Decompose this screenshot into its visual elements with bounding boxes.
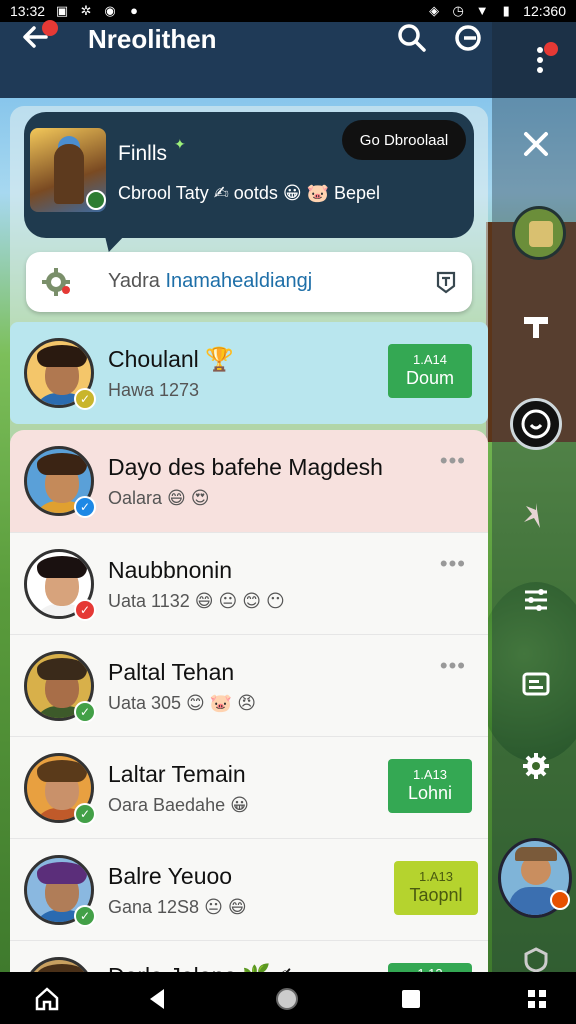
- conversation-preview: Oalara 😄 😍: [108, 488, 210, 508]
- status-badge: ✓: [74, 599, 96, 621]
- row-action-top: 1.A13: [419, 869, 453, 885]
- row-menu-button[interactable]: •••: [440, 551, 466, 577]
- banner-subtitle: Cbrool Taty ✍ ootds 😀 🐷 Bepel: [118, 183, 381, 203]
- row-action-label: Taopnl: [409, 885, 463, 906]
- conversation-name: Laltar Temain: [108, 761, 246, 787]
- conversation-preview: Oara Baedahe 😀: [108, 795, 249, 815]
- chat-bubble-icon[interactable]: [510, 398, 562, 450]
- row-action-top: 1.A13: [413, 767, 447, 783]
- gear-search-icon: [40, 266, 72, 298]
- search-text-highlight: Inamahealdiangj: [165, 270, 313, 292]
- card-icon[interactable]: [516, 664, 556, 704]
- conversation-preview: Uata 1132 😄 😐 😊 😶: [108, 591, 285, 611]
- nav-home-circle-icon[interactable]: [274, 986, 300, 1012]
- banner-title: Finlls: [118, 142, 168, 165]
- conversation-row[interactable]: ✓ Choulanl 🏆 Hawa 1273 1.A14 Doum: [10, 322, 488, 424]
- nav-recents-icon[interactable]: [398, 986, 424, 1012]
- status-bar: 13:32 ▣ ✲ ◉ ● ◈ ◷ ▼ ▮ 12:360: [0, 0, 576, 22]
- conversation-name: Paltal Tehan: [108, 659, 235, 685]
- banner-image-badge: [86, 190, 106, 210]
- search-icon[interactable]: [396, 22, 428, 54]
- row-menu-button[interactable]: •••: [440, 448, 466, 474]
- image-icon: ▣: [55, 3, 69, 18]
- filter-icon[interactable]: [516, 580, 556, 620]
- status-badge: ✓: [74, 496, 96, 518]
- status-badge: ✓: [74, 803, 96, 825]
- row-action-top: 1.A14: [413, 352, 447, 368]
- gear-icon: ✲: [80, 3, 92, 18]
- conversation-name: Choulanl 🏆: [108, 346, 234, 372]
- close-icon[interactable]: [516, 124, 556, 164]
- wifi-icon: ▼: [475, 3, 489, 18]
- conversation-name: Balre Yeuoo: [108, 863, 233, 889]
- row-action-label: Doum: [405, 368, 454, 389]
- banner-action-button[interactable]: Go Dbroolaal: [342, 120, 466, 160]
- conversation-name: Dayo des bafehe Magdesh: [108, 454, 383, 480]
- tag-icon[interactable]: [434, 270, 458, 294]
- conversation-row[interactable]: ✓ Laltar Temain Oara Baedahe 😀 1.A13 Lohni: [10, 736, 488, 838]
- star-icon[interactable]: [516, 496, 556, 536]
- home-icon[interactable]: [34, 986, 60, 1012]
- conversation-name: Naubbnonin: [108, 557, 233, 583]
- page-title: Nreolithen: [88, 24, 217, 54]
- hammer-icon[interactable]: [516, 306, 556, 346]
- status-badge: ✓: [74, 905, 96, 927]
- rail-profile-badge: [550, 890, 570, 910]
- back-notification-badge: [42, 20, 58, 36]
- status-badge: ✓: [74, 701, 96, 723]
- conversation-preview: Hawa 1273: [108, 380, 200, 400]
- rail-avatar-top[interactable]: [512, 206, 566, 260]
- notification-icon: ◉: [104, 3, 116, 18]
- row-action-label: Lohni: [407, 783, 453, 804]
- location-icon: ●: [130, 3, 138, 18]
- conversation-row[interactable]: ✓ Paltal Tehan Uata 305 😊 🐷 😠 •••: [10, 634, 488, 736]
- clock-icon: ◷: [452, 3, 464, 18]
- row-action-button[interactable]: 1.A13 Lohni: [388, 759, 472, 813]
- row-action-button[interactable]: 1.A13 Taopnl: [394, 861, 478, 915]
- search-input[interactable]: Yadra Inamahealdiangj: [26, 252, 472, 312]
- rail-notification-badge: [544, 42, 558, 56]
- conversation-preview: Gana 12S8 😐 😄: [108, 897, 247, 917]
- navigation-bar: [0, 972, 576, 1024]
- row-action-button[interactable]: 1.A14 Doum: [388, 344, 472, 398]
- battery-icon: ▮: [502, 3, 510, 18]
- row-menu-button[interactable]: •••: [440, 653, 466, 679]
- conversation-preview: Uata 305 😊 🐷 😠: [108, 693, 256, 713]
- nav-back-icon[interactable]: [144, 986, 170, 1012]
- search-text-prefix: Yadra: [108, 270, 166, 292]
- conversation-row[interactable]: ✓ Naubbnonin Uata 1132 😄 😐 😊 😶 •••: [10, 532, 488, 634]
- settings-gear-icon[interactable]: [516, 746, 556, 786]
- alarm-icon: ◈: [429, 3, 440, 18]
- conversation-row[interactable]: ✓ Balre Yeuoo Gana 12S8 😐 😄 1.A13 Taopnl: [10, 838, 488, 940]
- sparkle-icon: ✦: [174, 136, 186, 152]
- refresh-icon[interactable]: [452, 22, 484, 54]
- status-time: 13:32: [10, 3, 46, 19]
- status-badge: ✓: [74, 388, 96, 410]
- conversation-row[interactable]: ✓Darla Jelons 🌿 ✍1.12: [10, 940, 488, 1024]
- apps-grid-icon[interactable]: [524, 986, 550, 1012]
- conversation-row[interactable]: ✓ Dayo des bafehe Magdesh Oalara 😄 😍 •••: [10, 430, 488, 532]
- status-right-text: 12:360: [523, 3, 566, 19]
